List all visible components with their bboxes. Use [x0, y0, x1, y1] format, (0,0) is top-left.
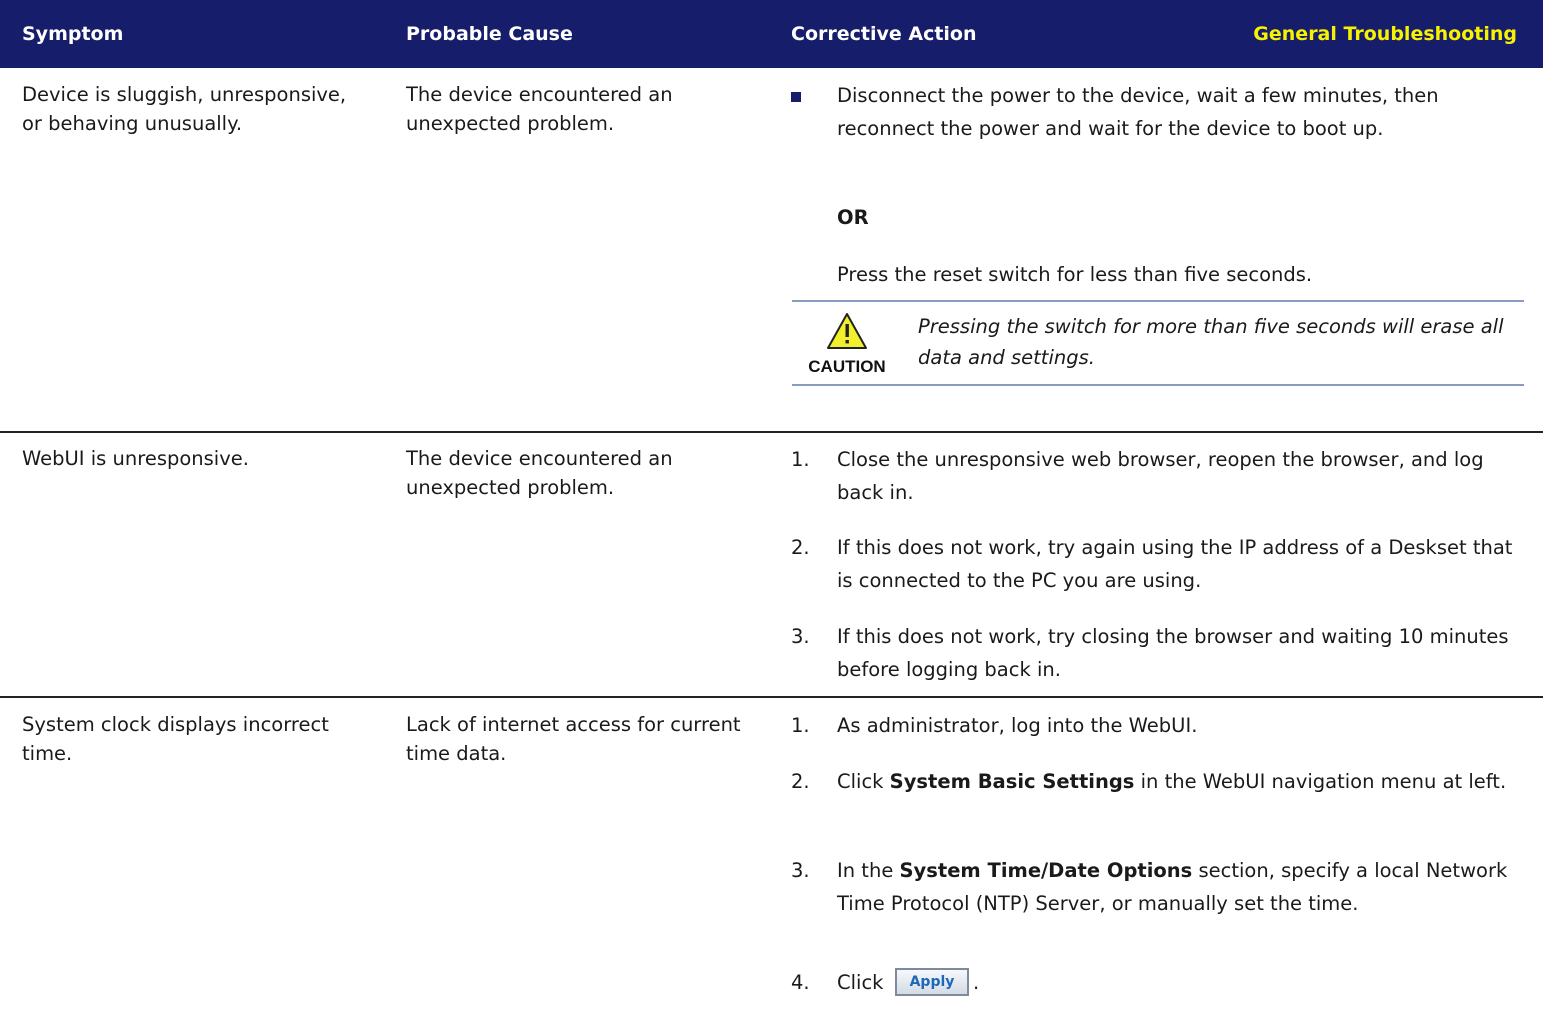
- column-header-symptom: Symptom: [22, 23, 124, 45]
- corrective-action-item: 2. If this does not work, try again usin…: [791, 531, 1531, 597]
- action-text: If this does not work, try again using t…: [837, 536, 1513, 592]
- step-number: 2.: [791, 770, 810, 793]
- row-divider: [0, 431, 1543, 433]
- svg-text:CAUTION: CAUTION: [808, 357, 885, 376]
- section-name: System Time/Date Options: [899, 859, 1193, 882]
- caution-triangle-icon: CAUTION: [796, 310, 902, 380]
- corrective-action-item: 4. Click Apply .: [791, 966, 1531, 1006]
- corrective-action-item: 2. Click System Basic Settings in the We…: [791, 765, 1531, 831]
- symptom-cell: System clock displays incorrect time.: [22, 713, 329, 765]
- action-text: Click Apply .: [837, 966, 1527, 999]
- caution-divider-bottom: [792, 384, 1524, 386]
- section-title: General Troubleshooting: [1253, 23, 1517, 45]
- column-header-corrective-action: Corrective Action: [791, 23, 977, 45]
- probable-cause-cell: The device encountered an unexpected pro…: [406, 83, 673, 135]
- corrective-action-item: 3. In the System Time/Date Options secti…: [791, 854, 1531, 953]
- step-number: 4.: [791, 971, 810, 994]
- action-text-pre: Click: [837, 770, 890, 793]
- step-number: 1.: [791, 448, 810, 471]
- symptom-cell: WebUI is unresponsive.: [22, 447, 249, 470]
- step-number: 3.: [791, 859, 810, 882]
- probable-cause-cell: The device encountered an unexpected pro…: [406, 447, 673, 499]
- row-divider: [0, 696, 1543, 698]
- bullet-icon: [791, 79, 821, 112]
- action-text: In the System Time/Date Options section,…: [837, 854, 1527, 920]
- caution-text: Pressing the switch for more than five s…: [918, 315, 1504, 369]
- action-text: Disconnect the power to the device, wait…: [837, 84, 1439, 140]
- action-text: Close the unresponsive web browser, reop…: [837, 448, 1484, 504]
- corrective-action-item: 1. As administrator, log into the WebUI.: [791, 709, 1531, 742]
- corrective-action-item: 1. Close the unresponsive web browser, r…: [791, 443, 1531, 509]
- action-text: If this does not work, try closing the b…: [837, 625, 1509, 681]
- table-header: Symptom Probable Cause Corrective Action…: [0, 0, 1543, 68]
- caution-divider-top: [792, 300, 1524, 302]
- apply-button[interactable]: Apply: [895, 968, 969, 996]
- or-label: OR: [837, 206, 869, 229]
- step-number: 1.: [791, 714, 810, 737]
- menu-item-name: System Basic Settings: [889, 770, 1135, 793]
- action-text: Press the reset switch for less than fiv…: [837, 263, 1313, 286]
- action-text: As administrator, log into the WebUI.: [837, 714, 1198, 737]
- step-number: 2.: [791, 536, 810, 559]
- step-number: 3.: [791, 625, 810, 648]
- symptom-cell: Device is sluggish, unresponsive, or beh…: [22, 83, 347, 135]
- action-text-pre: In the: [837, 859, 900, 882]
- corrective-action-item: Disconnect the power to the device, wait…: [791, 79, 1531, 179]
- action-text-post: in the WebUI navigation menu at left.: [1134, 770, 1507, 793]
- probable-cause-cell: Lack of internet access for current time…: [406, 713, 741, 765]
- action-text: Click System Basic Settings in the WebUI…: [837, 765, 1527, 798]
- corrective-action-item: 3. If this does not work, try closing th…: [791, 620, 1531, 686]
- action-text-post: .: [973, 971, 980, 994]
- column-header-probable-cause: Probable Cause: [406, 23, 573, 45]
- action-text-pre: Click: [837, 971, 884, 994]
